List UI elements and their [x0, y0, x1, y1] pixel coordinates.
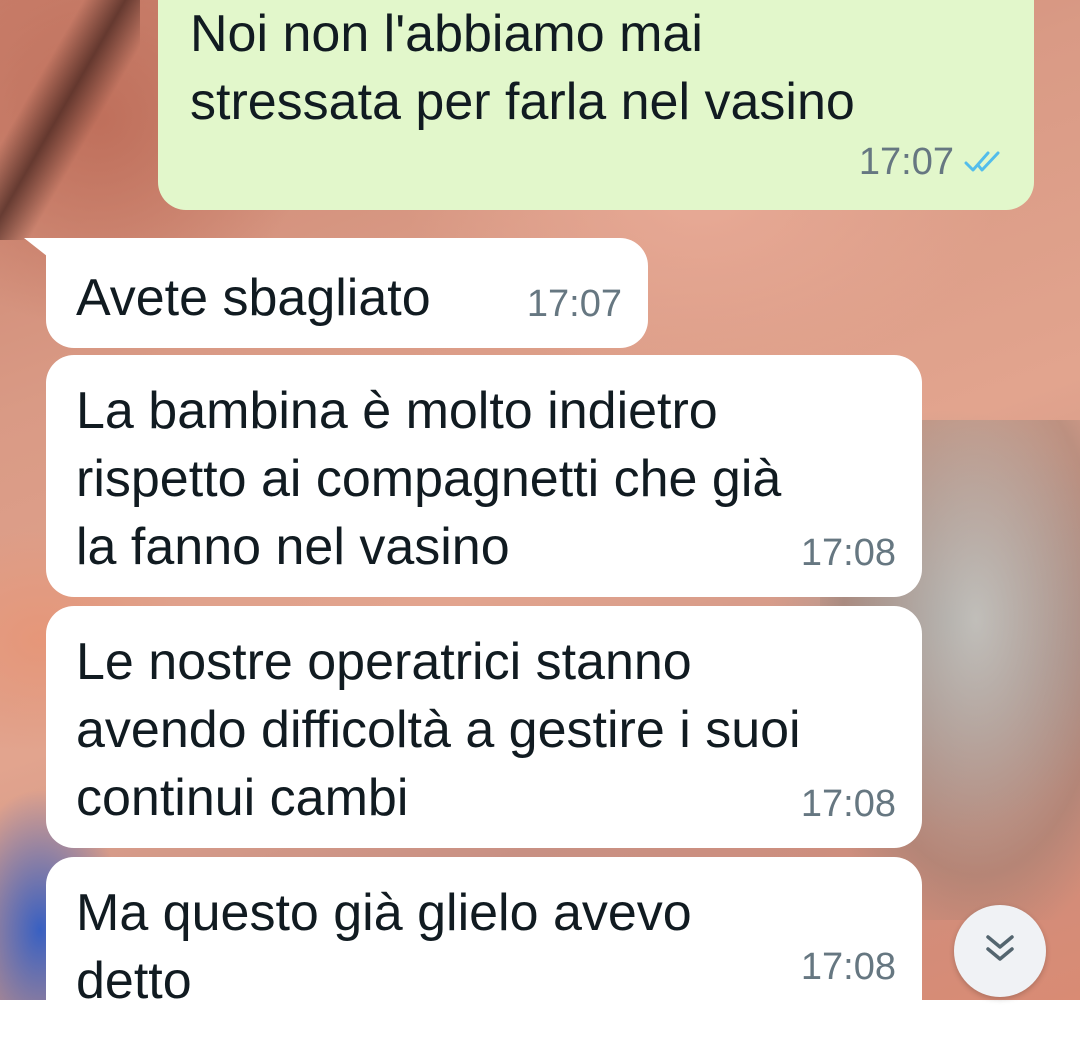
message-text: Noi non l'abbiamo mai stressata per farl…	[190, 5, 855, 131]
double-check-read-icon	[964, 128, 1004, 196]
double-chevron-down-icon	[980, 929, 1020, 974]
message-meta: 17:07	[859, 128, 1004, 196]
message-bubble-outgoing[interactable]: Noi non l'abbiamo mai stressata per farl…	[158, 0, 1034, 210]
message-meta: 17:08	[801, 519, 896, 587]
message-text: Le nostre operatrici stanno avendo diffi…	[76, 633, 801, 827]
message-meta: 17:08	[801, 770, 896, 838]
message-meta: 17:08	[801, 933, 896, 1001]
message-bubble-incoming[interactable]: Le nostre operatrici stanno avendo diffi…	[46, 606, 922, 848]
message-meta: 17:07	[527, 270, 622, 338]
message-text: La bambina è molto indietro rispetto ai …	[76, 382, 782, 576]
message-time: 17:08	[800, 946, 896, 988]
message-text: Ma questo già glielo avevo detto	[76, 884, 692, 1010]
wallpaper-shadow	[0, 0, 140, 240]
message-time: 17:07	[858, 141, 954, 183]
message-time: 17:07	[526, 283, 622, 325]
message-bubble-incoming[interactable]: La bambina è molto indietro rispetto ai …	[46, 355, 922, 597]
scroll-to-bottom-button[interactable]	[954, 905, 1046, 997]
message-time: 17:08	[800, 532, 896, 574]
message-bubble-incoming[interactable]: Ma questo già glielo avevo detto 17:08	[46, 857, 922, 1037]
message-bubble-incoming[interactable]: Avete sbagliato 17:07	[46, 238, 648, 348]
message-time: 17:08	[800, 783, 896, 825]
